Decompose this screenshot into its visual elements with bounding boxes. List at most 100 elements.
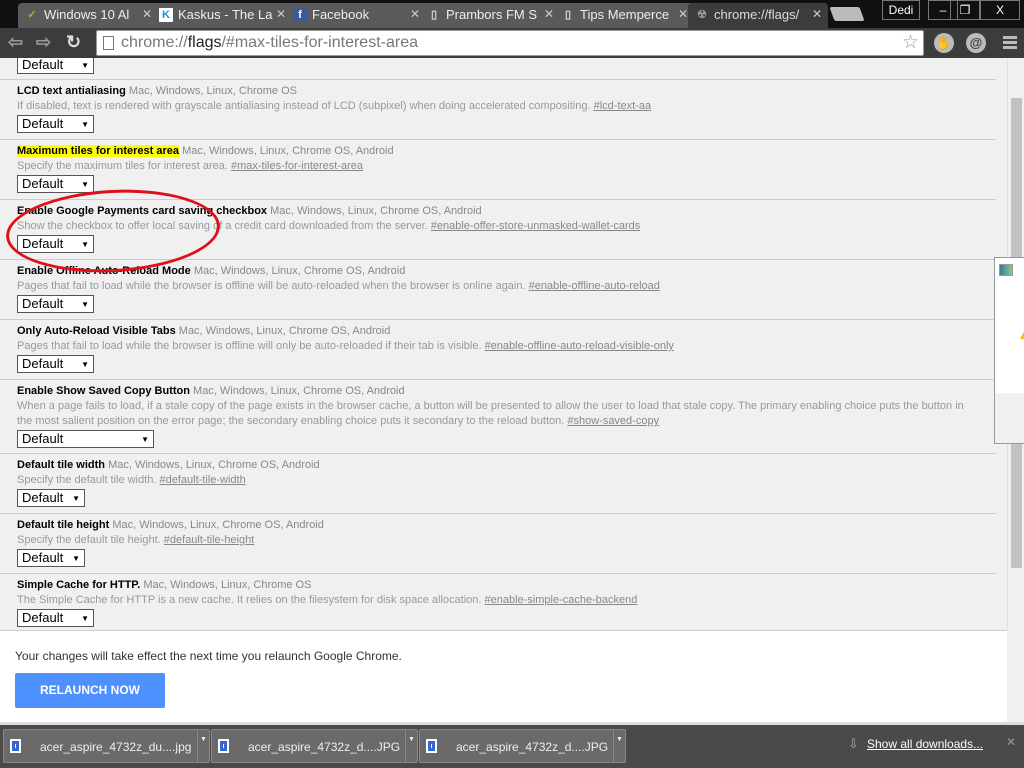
- tab-label: Tips Memperce: [580, 7, 670, 22]
- flag-title: LCD text antialiasing: [17, 85, 126, 97]
- flag-platforms: Mac, Windows, Linux, Chrome OS: [143, 579, 312, 591]
- flag-anchor-link[interactable]: #enable-simple-cache-backend: [485, 594, 638, 606]
- tab-3[interactable]: ▯ Prambors FM S ✕: [420, 3, 560, 28]
- close-tab-icon[interactable]: ✕: [544, 7, 554, 21]
- flag-anchor-link[interactable]: #default-tile-height: [164, 534, 255, 546]
- adblock-icon[interactable]: ✋: [934, 33, 954, 53]
- flag-select[interactable]: Default: [17, 549, 85, 567]
- close-window-button[interactable]: X: [980, 0, 1020, 20]
- page-icon: ▯: [564, 9, 572, 21]
- flag-description: Specify the default tile height.: [17, 534, 161, 546]
- relaunch-message: Your changes will take effect the next t…: [15, 649, 402, 663]
- flag-description: Specify the default tile width.: [17, 474, 157, 486]
- relaunch-notice: Your changes will take effect the next t…: [0, 630, 1007, 722]
- flag-select[interactable]: Default: [17, 609, 94, 627]
- flag-select[interactable]: Default: [17, 489, 85, 507]
- flag-platforms: Mac, Windows, Linux, Chrome OS, Android: [178, 325, 391, 337]
- flag-item: Only Auto-Reload Visible Tabs Mac, Windo…: [0, 319, 996, 379]
- close-tab-icon[interactable]: ✕: [678, 7, 688, 21]
- download-menu-arrow-icon[interactable]: ▼: [405, 730, 417, 762]
- app-icon: [999, 264, 1013, 276]
- download-filename: acer_aspire_4732z_du....jpg: [40, 740, 192, 754]
- flag-platforms: Mac, Windows, Linux, Chrome OS, Android: [270, 205, 482, 217]
- flag-platforms: Mac, Windows, Linux, Chrome OS, Android: [193, 265, 406, 277]
- download-item[interactable]: acer_aspire_4732z_du....jpg ▼: [3, 729, 210, 763]
- forward-icon[interactable]: ⇨: [36, 32, 51, 53]
- tab-0[interactable]: ✓ Windows 10 Al ✕: [18, 3, 158, 28]
- tab-label: Windows 10 Al: [44, 7, 130, 22]
- new-tab-button[interactable]: [829, 7, 865, 21]
- tab-5[interactable]: ☢ chrome://flags/ ✕: [688, 3, 828, 28]
- flag-title: Default tile width: [17, 459, 105, 471]
- flag-item: Maximum tiles for interest area Mac, Win…: [0, 139, 996, 199]
- flag-description: Pages that fail to load while the browse…: [17, 280, 526, 292]
- flag-anchor-link[interactable]: #enable-offer-store-unmasked-wallet-card…: [431, 220, 641, 232]
- toolbar: ⇦ ⇨ ↻ chrome://flags/#max-tiles-for-inte…: [0, 28, 1024, 58]
- close-download-bar-icon[interactable]: ✕: [1006, 735, 1016, 749]
- flags-icon: ☢: [697, 9, 707, 21]
- flag-title: Only Auto-Reload Visible Tabs: [17, 325, 176, 337]
- image-file-icon: [218, 739, 229, 753]
- extension-icon[interactable]: @: [966, 33, 986, 53]
- flag-anchor-link[interactable]: #default-tile-width: [159, 474, 245, 486]
- close-tab-icon[interactable]: ✕: [812, 7, 822, 21]
- flag-select[interactable]: Default: [17, 58, 94, 74]
- close-tab-icon[interactable]: ✕: [410, 7, 420, 21]
- flag-anchor-link[interactable]: #enable-offline-auto-reload: [529, 280, 660, 292]
- profile-button[interactable]: Dedi: [882, 0, 920, 20]
- image-file-icon: [10, 739, 21, 753]
- flag-title: Enable Show Saved Copy Button: [17, 385, 190, 397]
- flag-select[interactable]: Default: [17, 430, 154, 448]
- flag-select[interactable]: Default: [17, 295, 94, 313]
- dialog-window[interactable]: [994, 257, 1024, 444]
- flag-item: Enable Google Payments card saving check…: [0, 199, 996, 259]
- download-filename: acer_aspire_4732z_d....JPG: [248, 740, 401, 754]
- close-tab-icon[interactable]: ✕: [142, 7, 152, 21]
- relaunch-now-button[interactable]: RELAUNCH NOW: [15, 673, 165, 708]
- bookmark-star-icon[interactable]: ☆: [902, 31, 919, 54]
- flag-select[interactable]: Default: [17, 355, 94, 373]
- download-arrow-icon: ⇩: [848, 736, 859, 751]
- tab-label: chrome://flags/: [714, 7, 800, 22]
- menu-icon[interactable]: [1003, 36, 1017, 51]
- flag-title: Maximum tiles for interest area: [17, 145, 180, 157]
- flag-select[interactable]: Default: [17, 175, 94, 193]
- flag-description: The Simple Cache for HTTP is a new cache…: [17, 594, 482, 606]
- flag-platforms: Mac, Windows, Linux, Chrome OS, Android: [108, 459, 320, 471]
- page-icon: ▯: [430, 9, 438, 21]
- show-all-downloads-link[interactable]: Show all downloads...: [867, 737, 983, 751]
- download-item[interactable]: acer_aspire_4732z_d....JPG ▼: [419, 729, 626, 763]
- flag-select[interactable]: Default: [17, 235, 94, 253]
- back-icon[interactable]: ⇦: [8, 32, 23, 53]
- download-menu-arrow-icon[interactable]: ▼: [613, 730, 625, 762]
- close-tab-icon[interactable]: ✕: [276, 7, 286, 21]
- flags-list: Default LCD text antialiasing Mac, Windo…: [0, 58, 1007, 630]
- tab-label: Facebook: [312, 7, 370, 22]
- flag-platforms: Mac, Windows, Linux, Chrome OS, Android: [112, 519, 324, 531]
- reload-icon[interactable]: ↻: [66, 32, 81, 53]
- flag-title: Enable Offline Auto-Reload Mode: [17, 265, 191, 277]
- flag-item: Enable Offline Auto-Reload Mode Mac, Win…: [0, 259, 996, 319]
- flag-item: Default tile width Mac, Windows, Linux, …: [0, 453, 996, 513]
- download-item[interactable]: acer_aspire_4732z_d....JPG ▼: [211, 729, 418, 763]
- flag-anchor-link[interactable]: #show-saved-copy: [567, 415, 659, 427]
- flag-platforms: Mac, Windows, Linux, Chrome OS, Android: [182, 145, 394, 157]
- address-bar[interactable]: chrome://flags/#max-tiles-for-interest-a…: [96, 30, 924, 56]
- flag-description: Show the checkbox to offer local saving …: [17, 220, 428, 232]
- download-menu-arrow-icon[interactable]: ▼: [197, 730, 209, 762]
- download-filename: acer_aspire_4732z_d....JPG: [456, 740, 609, 754]
- flag-anchor-link[interactable]: #lcd-text-aa: [594, 100, 651, 112]
- tab-1[interactable]: K Kaskus - The La ✕: [152, 3, 292, 28]
- facebook-icon: f: [293, 8, 307, 22]
- restore-button[interactable]: ❐: [950, 0, 980, 20]
- flag-description: When a page fails to load, if a stale co…: [17, 400, 964, 427]
- flag-title: Enable Google Payments card saving check…: [17, 205, 268, 217]
- tab-4[interactable]: ▯ Tips Memperce ✕: [554, 3, 694, 28]
- flag-select[interactable]: Default: [17, 115, 94, 133]
- flag-anchor-link[interactable]: #enable-offline-auto-reload-visible-only: [485, 340, 674, 352]
- flag-item: LCD text antialiasing Mac, Windows, Linu…: [0, 79, 996, 139]
- flag-anchor-link[interactable]: #max-tiles-for-interest-area: [231, 160, 363, 172]
- flag-platforms: Mac, Windows, Linux, Chrome OS, Android: [193, 385, 405, 397]
- tab-2[interactable]: f Facebook ✕: [286, 3, 426, 28]
- page-icon: [103, 36, 114, 50]
